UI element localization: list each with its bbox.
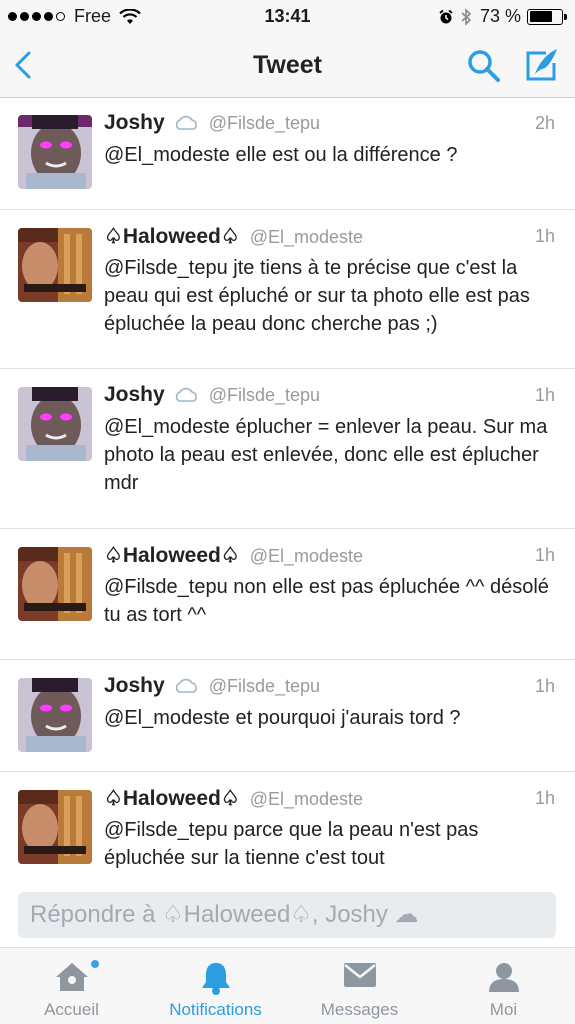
tweet-item[interactable]: ♤Haloweed♤ @El_modeste 1h @Filsde_tepu j… <box>0 210 575 369</box>
tweet-header: Joshy @Filsde_tepu 2h <box>104 111 555 139</box>
tweet-time: 1h <box>534 788 555 808</box>
tab-label: Moi <box>489 1000 518 1019</box>
tweet-text: @El_modeste et pourquoi j'aurais tord ? <box>104 707 461 729</box>
tweet-item[interactable]: ♤Haloweed♤ @El_modeste 1h @Filsde_tepu n… <box>0 529 575 660</box>
tweet-time: 1h <box>534 385 555 405</box>
new-content-dot <box>91 960 99 968</box>
tweet-time: 1h <box>534 226 555 246</box>
home-icon <box>55 963 88 991</box>
tab-notifications[interactable]: Notifications <box>144 948 287 1024</box>
tweet-body: Joshy @Filsde_tepu 2h @El_modeste elle e… <box>104 111 555 169</box>
envelope-icon <box>343 963 376 987</box>
cloud-icon <box>175 387 197 402</box>
tweet-item[interactable]: ♤Haloweed♤ @El_modeste 1h @Filsde_tepu p… <box>0 772 575 882</box>
compose-tweet-icon[interactable] <box>524 47 560 83</box>
tweet-item[interactable]: Joshy @Filsde_tepu 1h @El_modeste et pou… <box>0 660 575 772</box>
tweet-time: 1h <box>534 545 555 565</box>
bluetooth-icon <box>461 7 472 26</box>
tweet-text: @El_modeste éplucher = enlever la peau. … <box>104 416 548 494</box>
nav-bar: Tweet <box>0 34 575 98</box>
tab-bar: Accueil Notifications Messages Moi <box>0 947 575 1024</box>
avatar-joshy[interactable] <box>18 387 92 461</box>
tab-label: Accueil <box>44 1000 99 1019</box>
status-right: 73 % <box>432 6 567 27</box>
tweet-list: Joshy @Filsde_tepu 2h @El_modeste elle e… <box>0 99 575 882</box>
reply-input[interactable]: Répondre à ♤Haloweed♤, Joshy ☁ <box>18 892 556 938</box>
avatar-joshy[interactable] <box>18 678 92 752</box>
tab-label: Messages <box>320 1000 399 1019</box>
author-handle[interactable]: @Filsde_tepu <box>209 113 320 134</box>
avatar-haloweed[interactable] <box>18 547 92 621</box>
tab-messages[interactable]: Messages <box>288 948 431 1024</box>
person-icon <box>488 963 519 992</box>
author-name[interactable]: Joshy <box>104 674 165 698</box>
tweet-header: ♤Haloweed♤ @El_modeste 1h <box>104 543 555 571</box>
tweet-time: 1h <box>534 676 555 696</box>
avatar-image <box>18 790 92 864</box>
author-handle[interactable]: @El_modeste <box>250 546 363 567</box>
bell-icon <box>201 963 230 995</box>
status-bar: Free 13:41 73 % <box>0 0 575 34</box>
tweet-body: ♤Haloweed♤ @El_modeste 1h @Filsde_tepu p… <box>104 786 555 872</box>
avatar-image <box>18 228 92 302</box>
tab-home[interactable]: Accueil <box>0 948 143 1024</box>
alarm-icon <box>439 9 453 23</box>
tweet-body: Joshy @Filsde_tepu 1h @El_modeste et pou… <box>104 674 555 732</box>
author-name[interactable]: Joshy <box>104 383 165 407</box>
tweet-header: ♤Haloweed♤ @El_modeste 1h <box>104 786 555 814</box>
battery-icon <box>527 8 567 25</box>
tweet-header: Joshy @Filsde_tepu 1h <box>104 383 555 411</box>
avatar-haloweed[interactable] <box>18 790 92 864</box>
avatar-image <box>18 678 92 752</box>
author-name[interactable]: ♤Haloweed♤ <box>104 224 240 249</box>
avatar-image <box>18 115 92 189</box>
author-name[interactable]: ♤Haloweed♤ <box>104 786 240 811</box>
author-handle[interactable]: @El_modeste <box>250 227 363 248</box>
tweet-body: ♤Haloweed♤ @El_modeste 1h @Filsde_tepu j… <box>104 224 555 338</box>
battery-cap <box>564 13 567 20</box>
tweet-item[interactable]: Joshy @Filsde_tepu 1h @El_modeste épluch… <box>0 369 575 529</box>
search-icon[interactable] <box>467 49 501 83</box>
cloud-icon <box>175 678 197 693</box>
author-handle[interactable]: @Filsde_tepu <box>209 385 320 406</box>
author-name[interactable]: Joshy <box>104 111 165 135</box>
tweet-text: @El_modeste elle est ou la différence ? <box>104 144 458 166</box>
tab-me[interactable]: Moi <box>432 948 575 1024</box>
tweet-text: @Filsde_tepu parce que la peau n'est pas… <box>104 819 479 869</box>
tweet-time: 2h <box>534 113 555 133</box>
tweet-header: ♤Haloweed♤ @El_modeste 1h <box>104 224 555 252</box>
avatar-image <box>18 547 92 621</box>
author-name[interactable]: ♤Haloweed♤ <box>104 543 240 568</box>
tweet-body: Joshy @Filsde_tepu 1h @El_modeste épluch… <box>104 383 555 497</box>
cloud-icon <box>175 115 197 130</box>
reply-bar: Répondre à ♤Haloweed♤, Joshy ☁ <box>0 881 575 947</box>
battery-fill <box>529 11 553 22</box>
tweet-text: @Filsde_tepu jte tiens à te précise que … <box>104 257 530 335</box>
tweet-text: @Filsde_tepu non elle est pas épluchée ^… <box>104 576 549 626</box>
tab-label: Notifications <box>169 1000 262 1019</box>
author-handle[interactable]: @Filsde_tepu <box>209 676 320 697</box>
tweet-header: Joshy @Filsde_tepu 1h <box>104 674 555 702</box>
tweet-body: ♤Haloweed♤ @El_modeste 1h @Filsde_tepu n… <box>104 543 555 629</box>
avatar-image <box>18 387 92 461</box>
author-handle[interactable]: @El_modeste <box>250 789 363 810</box>
battery-percent: 73 % <box>479 6 521 26</box>
avatar-haloweed[interactable] <box>18 228 92 302</box>
tweet-item[interactable]: Joshy @Filsde_tepu 2h @El_modeste elle e… <box>0 99 575 210</box>
avatar-joshy[interactable] <box>18 115 92 189</box>
